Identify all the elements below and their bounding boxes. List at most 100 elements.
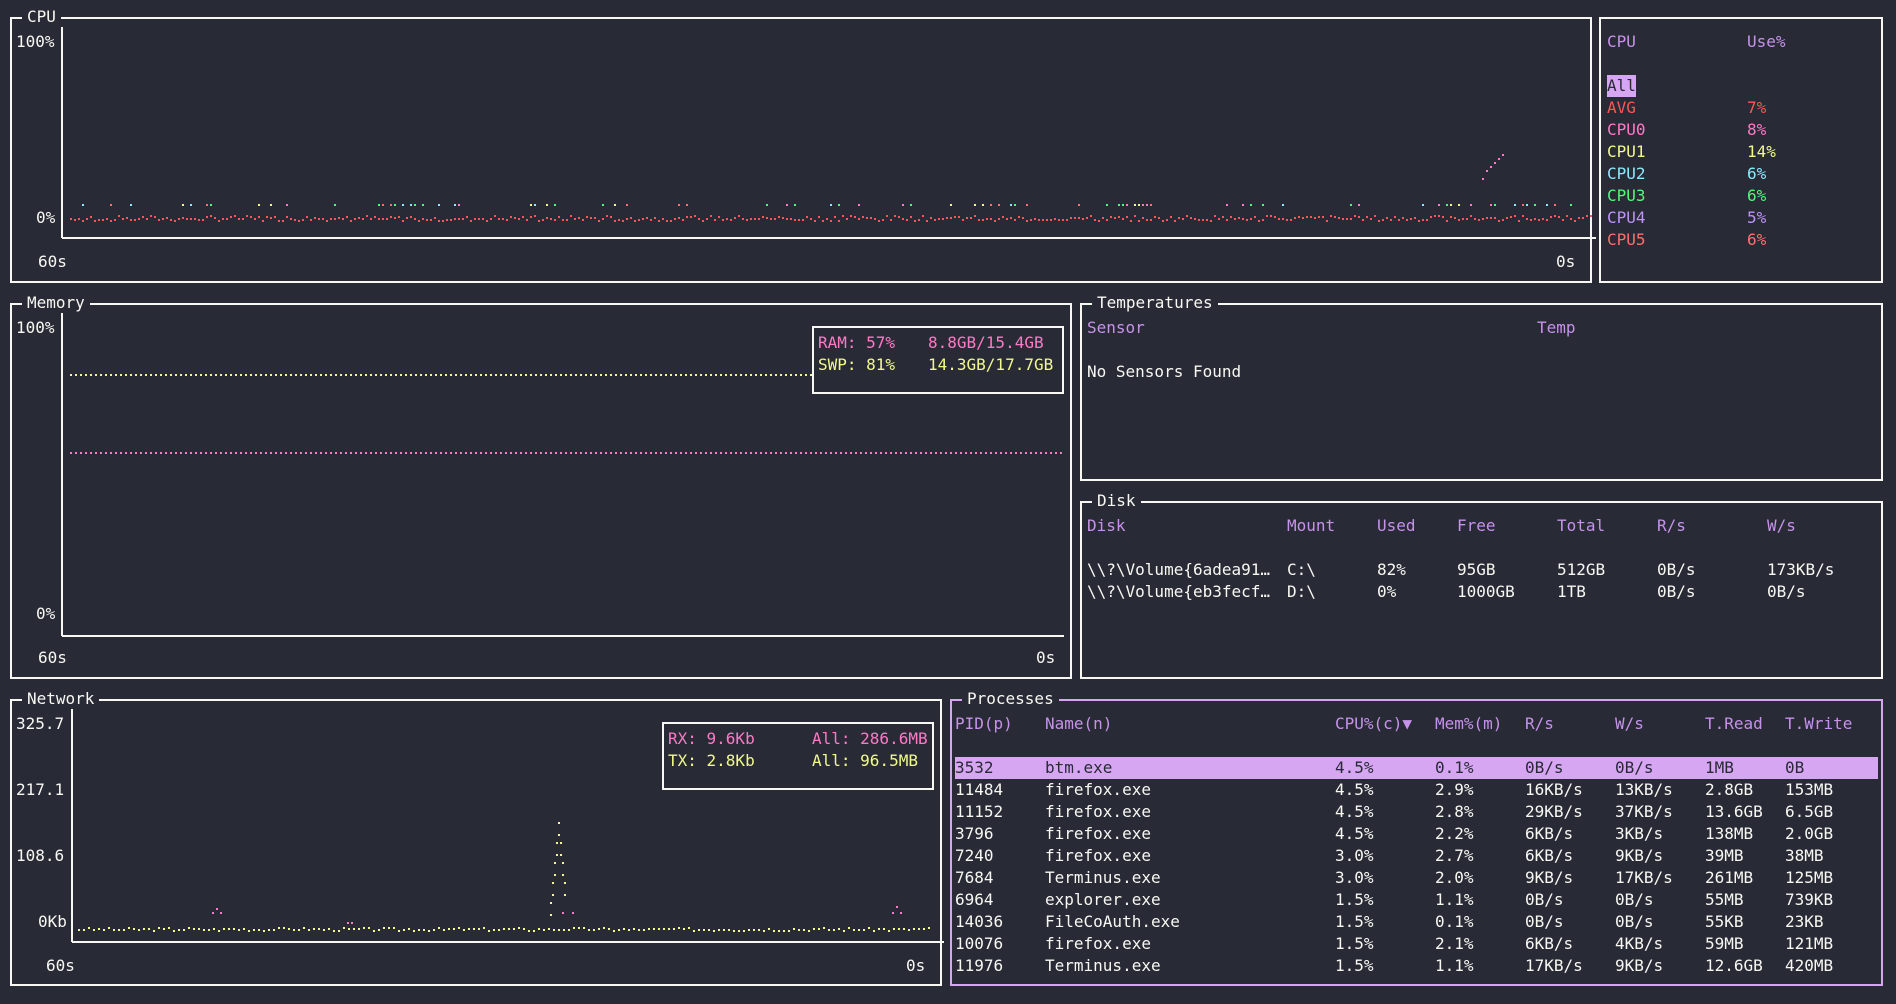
tx-point <box>858 929 860 931</box>
tx-point <box>178 929 180 931</box>
disk-col-total[interactable]: Total <box>1557 515 1605 537</box>
disk-col-rs[interactable]: R/s <box>1657 515 1686 537</box>
disk-col-disk[interactable]: Disk <box>1087 515 1126 537</box>
process-row[interactable]: 10076 firefox.exe 1.5% 2.1% 6KB/s 4KB/s 59MB 12… <box>955 933 1878 955</box>
ram-line-point <box>910 452 912 454</box>
process-row[interactable]: 7240 firefox.exe 3.0% 2.7% 6KB/s 9KB/s 39MB 38M… <box>955 845 1878 867</box>
memory-panel[interactable]: Memory 100% 0% RAM: 57% 8.8GB/15.4GB SWP… <box>10 292 1072 679</box>
cpu-avg-point <box>1462 218 1464 220</box>
ram-line-point <box>570 452 572 454</box>
cpu-y-bottom-label: 0% <box>36 208 56 227</box>
cpu-avg-point <box>618 219 620 221</box>
swap-line-point <box>75 374 77 376</box>
disk-col-used[interactable]: Used <box>1377 515 1416 537</box>
cpu-avg-point <box>554 219 556 221</box>
process-col-mem[interactable]: Mem%(m) <box>1435 713 1502 735</box>
process-row[interactable]: 3796 firefox.exe 4.5% 2.2% 6KB/s 3KB/s 138MB 2.… <box>955 823 1878 845</box>
cpu-legend-row-name[interactable]: AVG <box>1607 97 1636 119</box>
swap-line-point <box>280 374 282 376</box>
swap-line-point <box>575 374 577 376</box>
cpu-avg-point <box>1394 216 1396 218</box>
disk-panel[interactable]: Disk Disk Mount Used Free Total R/s W/s \\?\Vol… <box>1080 490 1883 679</box>
tx-point <box>378 929 380 931</box>
process-col-name[interactable]: Name(n) <box>1045 713 1112 735</box>
cpu-avg-point <box>502 218 504 220</box>
ram-line-point <box>825 452 827 454</box>
temp-col-sensor[interactable]: Sensor <box>1087 317 1145 339</box>
swap-line-point <box>430 374 432 376</box>
cpu-avg-point <box>1146 219 1148 221</box>
cpu-legend-panel[interactable]: CPU Use% All AVG 7% CPU0 8% CPU1 14% CPU2 6% CPU… <box>1599 17 1883 283</box>
rx-point <box>216 908 218 910</box>
process-col-tread[interactable]: T.Read <box>1705 713 1763 735</box>
cpu-avg-point <box>886 215 888 217</box>
swap-line-point <box>495 374 497 376</box>
cpu-avg-point <box>358 217 360 219</box>
tx-point <box>598 928 600 930</box>
cpu-legend-row-name[interactable]: CPU2 <box>1607 163 1646 185</box>
cpu-avg-point <box>758 218 760 220</box>
cpu-legend-row-name[interactable]: CPU5 <box>1607 229 1646 251</box>
process-row[interactable]: 11976 Terminus.exe 1.5% 1.1% 17KB/s 9KB/s 12.6… <box>955 955 1878 977</box>
cpu-legend-row-name[interactable]: CPU1 <box>1607 141 1646 163</box>
cpu-avg-point <box>1282 218 1284 220</box>
cpu-avg-point <box>666 220 668 222</box>
cpu-core-point <box>1142 204 1144 206</box>
cpu-avg-point <box>1186 215 1188 217</box>
process-col-rs[interactable]: R/s <box>1525 713 1554 735</box>
temperatures-panel[interactable]: Temperatures Sensor Temp No Sensors Foun… <box>1080 292 1883 481</box>
disk-col-ws[interactable]: W/s <box>1767 515 1796 537</box>
disk-col-mount[interactable]: Mount <box>1287 515 1335 537</box>
cpu-avg-point <box>626 218 628 220</box>
swap-line-point <box>230 374 232 376</box>
cpu-avg-point <box>766 217 768 219</box>
cpu-avg-point <box>1162 220 1164 222</box>
ram-line-point <box>540 452 542 454</box>
cpu-avg-point <box>1546 219 1548 221</box>
cpu-avg-point <box>118 215 120 217</box>
cpu-avg-point <box>546 217 548 219</box>
process-row-selected[interactable]: 3532 btm.exe 4.5% 0.1% 0B/s 0B/s 1MB 0B <box>955 757 1878 779</box>
swap-line-point <box>550 374 552 376</box>
cpu-avg-point <box>122 218 124 220</box>
disk-col-free[interactable]: Free <box>1457 515 1496 537</box>
process-row[interactable]: 7684 Terminus.exe 3.0% 2.0% 9KB/s 17KB/s 261MB… <box>955 867 1878 889</box>
ram-line-point <box>420 452 422 454</box>
tx-point <box>128 927 130 929</box>
cpu-avg-point <box>1474 218 1476 220</box>
process-row[interactable]: 11152 firefox.exe 4.5% 2.8% 29KB/s 37KB/s 13.6… <box>955 801 1878 823</box>
cpu-core-point <box>258 204 260 206</box>
process-col-cpu[interactable]: CPU%(c)▼ <box>1335 713 1412 735</box>
ram-line-point <box>70 452 72 454</box>
process-col-twrite[interactable]: T.Write <box>1785 713 1852 735</box>
cpu-avg-point <box>1054 218 1056 220</box>
rx-point <box>892 912 894 914</box>
process-row[interactable]: 11484 firefox.exe 4.5% 2.9% 16KB/s 13KB/s 2.8G… <box>955 779 1878 801</box>
process-col-ws[interactable]: W/s <box>1615 713 1644 735</box>
cpu-avg-point <box>1494 217 1496 219</box>
process-col-pid[interactable]: PID(p) <box>955 713 1013 735</box>
cpu-legend-row-name[interactable]: CPU3 <box>1607 185 1646 207</box>
tx-point <box>528 930 530 932</box>
cpu-avg-point <box>142 216 144 218</box>
cpu-avg-point <box>946 217 948 219</box>
process-row[interactable]: 6964 explorer.exe 1.5% 1.1% 0B/s 0B/s 55MB 739K… <box>955 889 1878 911</box>
network-panel[interactable]: Network 325.7 217.1 108.6 0Kb RX: 9.6Kb … <box>10 688 944 986</box>
cpu-core-point <box>1522 204 1524 206</box>
cpu-core-point <box>1134 204 1136 206</box>
temp-col-temp[interactable]: Temp <box>1537 317 1576 339</box>
cpu-legend-all-selected[interactable]: All <box>1607 75 1636 97</box>
ram-line-point <box>670 452 672 454</box>
processes-panel[interactable]: Processes PID(p) Name(n) CPU%(c)▼ Mem%(m) R/… <box>950 688 1883 986</box>
cpu-legend-row-name[interactable]: CPU4 <box>1607 207 1646 229</box>
tx-point <box>698 929 700 931</box>
process-row[interactable]: 14036 FileCoAuth.exe 1.5% 0.1% 0B/s 0B/s 55KB 2… <box>955 911 1878 933</box>
cpu-avg-point <box>806 216 808 218</box>
swap-line-point <box>760 374 762 376</box>
tx-point <box>168 927 170 929</box>
cpu-graph-panel[interactable]: CPU 100% 0% 60s 0s <box>10 6 1596 283</box>
cpu-avg-point <box>858 218 860 220</box>
cpu-legend-row-name[interactable]: CPU0 <box>1607 119 1646 141</box>
ram-line-point <box>1060 452 1062 454</box>
cpu-avg-point <box>862 216 864 218</box>
